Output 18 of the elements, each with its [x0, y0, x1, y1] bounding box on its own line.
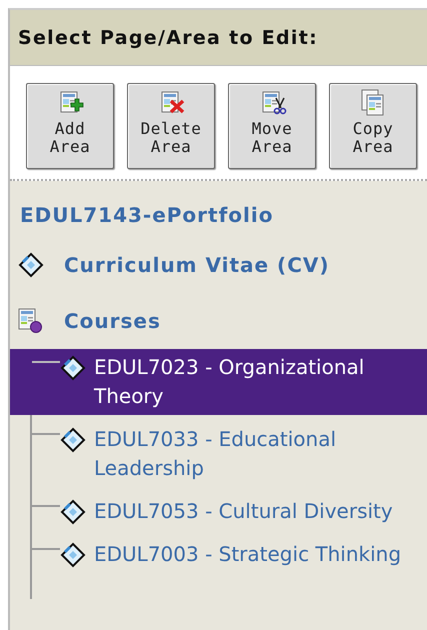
- portfolio-title[interactable]: EDUL7143-ePortfolio: [20, 203, 274, 227]
- tree-item[interactable]: EDUL7053 - Cultural Diversity: [10, 493, 427, 530]
- copy-area-button[interactable]: Copy Area: [329, 83, 417, 169]
- add-area-button[interactable]: Add Area: [26, 83, 114, 169]
- tree-item[interactable]: EDUL7023 - Organizational Theory: [10, 349, 427, 415]
- tree-item[interactable]: Courses: [10, 293, 427, 349]
- tree-item[interactable]: EDUL7003 - Strategic Thinking: [10, 536, 427, 573]
- diamond-page-icon: [60, 427, 86, 453]
- diamond-page-icon: [18, 252, 44, 278]
- panel-title: Select Page/Area to Edit:: [18, 26, 318, 48]
- diamond-page-icon: [60, 355, 86, 381]
- page-group-icon: [18, 308, 44, 334]
- tree-item[interactable]: EDUL7033 - Educational Leadership: [10, 421, 427, 487]
- diamond-page-icon: [60, 499, 86, 525]
- diamond-page-icon: [60, 542, 86, 568]
- tree-item[interactable]: Curriculum Vitae (CV): [10, 237, 427, 293]
- delete-area-button[interactable]: Delete Area: [127, 83, 215, 169]
- move-area-button[interactable]: Move Area: [228, 83, 316, 169]
